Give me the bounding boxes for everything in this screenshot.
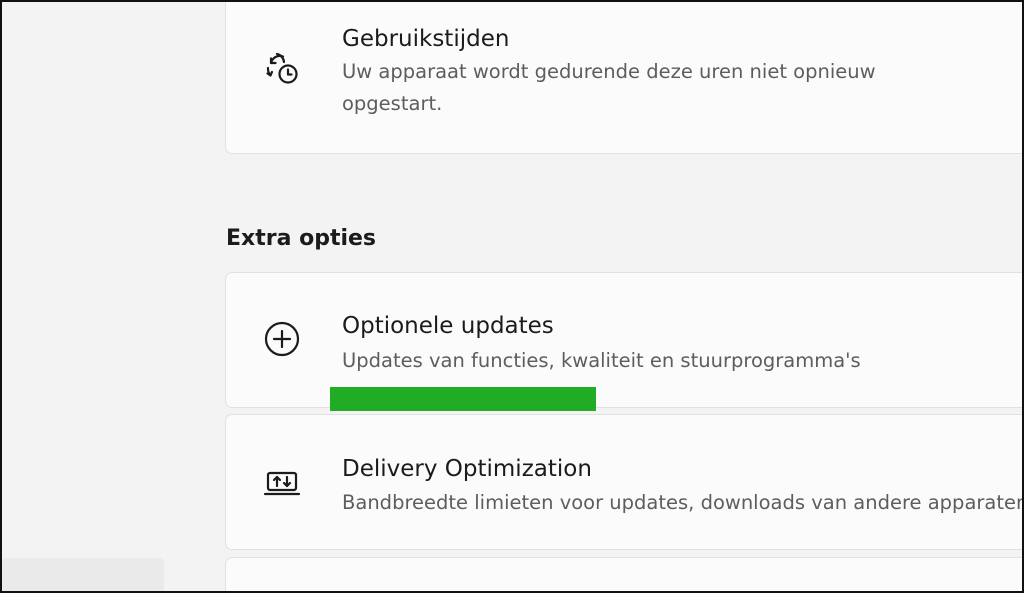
delivery-optimization-title: Delivery Optimization [342, 456, 592, 482]
usage-hours-title: Gebruikstijden [342, 26, 510, 52]
delivery-optimization-card[interactable]: Delivery Optimization Bandbreedte limiet… [225, 414, 1024, 550]
add-circle-icon [262, 319, 302, 359]
next-settings-card[interactable] [225, 557, 1022, 591]
usage-hours-description: Uw apparaat wordt gedurende deze uren ni… [342, 60, 876, 115]
laptop-transfer-icon [262, 463, 302, 503]
settings-window: Gebruikstijden Uw apparaat wordt geduren… [0, 0, 1024, 593]
usage-hours-card[interactable]: Gebruikstijden Uw apparaat wordt geduren… [225, 2, 1022, 154]
optional-updates-description: Updates van functies, kwaliteit en stuur… [342, 349, 861, 372]
optional-updates-title: Optionele updates [342, 313, 554, 339]
clock-sync-icon [262, 49, 302, 89]
highlight-marker [330, 387, 596, 411]
extra-options-heading: Extra opties [226, 226, 377, 251]
sidebar-selected-item[interactable] [2, 558, 164, 591]
highlight-bar-fill [330, 387, 596, 411]
delivery-optimization-description: Bandbreedte limieten voor updates, downl… [342, 491, 1024, 514]
